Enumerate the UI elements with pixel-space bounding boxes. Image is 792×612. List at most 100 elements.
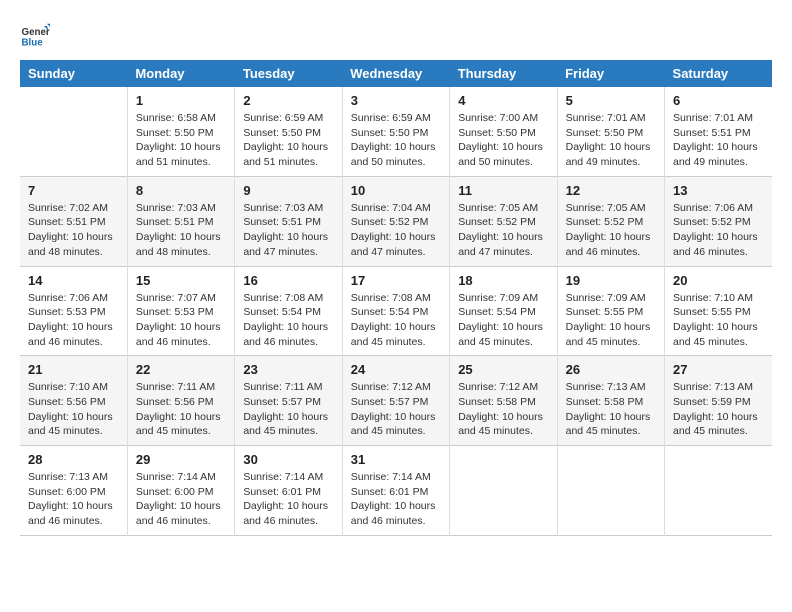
calendar-week-row: 14 Sunrise: 7:06 AMSunset: 5:53 PMDayligh… <box>20 266 772 356</box>
calendar-week-row: 1 Sunrise: 6:58 AMSunset: 5:50 PMDaylight… <box>20 87 772 176</box>
svg-text:Blue: Blue <box>22 38 44 49</box>
day-info: Sunrise: 7:14 AMSunset: 6:00 PMDaylight:… <box>136 470 226 529</box>
calendar-week-row: 7 Sunrise: 7:02 AMSunset: 5:51 PMDaylight… <box>20 176 772 266</box>
day-info: Sunrise: 7:10 AMSunset: 5:55 PMDaylight:… <box>673 291 764 350</box>
day-number: 28 <box>28 452 119 467</box>
calendar-cell: 26 Sunrise: 7:13 AMSunset: 5:58 PMDayligh… <box>557 356 664 446</box>
calendar-cell: 14 Sunrise: 7:06 AMSunset: 5:53 PMDayligh… <box>20 266 127 356</box>
calendar-cell: 28 Sunrise: 7:13 AMSunset: 6:00 PMDayligh… <box>20 446 127 536</box>
day-info: Sunrise: 6:59 AMSunset: 5:50 PMDaylight:… <box>243 111 333 170</box>
calendar-cell: 6Sunrise: 7:01 AMSunset: 5:51 PMDaylight… <box>665 87 772 176</box>
day-number: 4 <box>458 93 548 108</box>
day-info: Sunrise: 7:05 AMSunset: 5:52 PMDaylight:… <box>458 201 548 260</box>
calendar-cell <box>450 446 557 536</box>
calendar-cell: 13 Sunrise: 7:06 AMSunset: 5:52 PMDayligh… <box>665 176 772 266</box>
day-number: 11 <box>458 183 548 198</box>
calendar-cell: 11 Sunrise: 7:05 AMSunset: 5:52 PMDayligh… <box>450 176 557 266</box>
day-number: 24 <box>351 362 441 377</box>
day-info: Sunrise: 7:05 AMSunset: 5:52 PMDaylight:… <box>566 201 656 260</box>
day-number: 16 <box>243 273 333 288</box>
day-info: Sunrise: 7:09 AMSunset: 5:54 PMDaylight:… <box>458 291 548 350</box>
day-info: Sunrise: 7:06 AMSunset: 5:53 PMDaylight:… <box>28 291 119 350</box>
day-info: Sunrise: 7:01 AMSunset: 5:50 PMDaylight:… <box>566 111 656 170</box>
calendar-cell <box>20 87 127 176</box>
calendar-cell: 12 Sunrise: 7:05 AMSunset: 5:52 PMDayligh… <box>557 176 664 266</box>
day-info: Sunrise: 7:06 AMSunset: 5:52 PMDaylight:… <box>673 201 764 260</box>
day-number: 14 <box>28 273 119 288</box>
calendar-cell <box>665 446 772 536</box>
day-number: 12 <box>566 183 656 198</box>
calendar-cell: 18 Sunrise: 7:09 AMSunset: 5:54 PMDayligh… <box>450 266 557 356</box>
day-info: Sunrise: 7:12 AMSunset: 5:57 PMDaylight:… <box>351 380 441 439</box>
day-number: 5 <box>566 93 656 108</box>
day-number: 22 <box>136 362 226 377</box>
day-info: Sunrise: 7:11 AMSunset: 5:56 PMDaylight:… <box>136 380 226 439</box>
day-info: Sunrise: 7:08 AMSunset: 5:54 PMDaylight:… <box>243 291 333 350</box>
day-info: Sunrise: 7:08 AMSunset: 5:54 PMDaylight:… <box>351 291 441 350</box>
svg-text:General: General <box>22 27 51 38</box>
weekday-header-monday: Monday <box>127 60 234 87</box>
calendar-table: SundayMondayTuesdayWednesdayThursdayFrid… <box>20 60 772 536</box>
calendar-cell: 2Sunrise: 6:59 AMSunset: 5:50 PMDaylight… <box>235 87 342 176</box>
day-info: Sunrise: 7:11 AMSunset: 5:57 PMDaylight:… <box>243 380 333 439</box>
day-number: 18 <box>458 273 548 288</box>
day-info: Sunrise: 7:01 AMSunset: 5:51 PMDaylight:… <box>673 111 764 170</box>
day-number: 21 <box>28 362 119 377</box>
day-number: 7 <box>28 183 119 198</box>
day-number: 8 <box>136 183 226 198</box>
calendar-cell: 5 Sunrise: 7:01 AMSunset: 5:50 PMDaylight… <box>557 87 664 176</box>
calendar-cell: 16 Sunrise: 7:08 AMSunset: 5:54 PMDayligh… <box>235 266 342 356</box>
day-number: 9 <box>243 183 333 198</box>
calendar-cell: 19 Sunrise: 7:09 AMSunset: 5:55 PMDayligh… <box>557 266 664 356</box>
day-info: Sunrise: 7:12 AMSunset: 5:58 PMDaylight:… <box>458 380 548 439</box>
calendar-cell: 31Sunrise: 7:14 AMSunset: 6:01 PMDayligh… <box>342 446 449 536</box>
day-number: 10 <box>351 183 441 198</box>
weekday-header-sunday: Sunday <box>20 60 127 87</box>
calendar-cell: 4 Sunrise: 7:00 AMSunset: 5:50 PMDaylight… <box>450 87 557 176</box>
day-number: 31 <box>351 452 441 467</box>
day-number: 3 <box>351 93 441 108</box>
calendar-cell: 3 Sunrise: 6:59 AMSunset: 5:50 PMDaylight… <box>342 87 449 176</box>
day-info: Sunrise: 7:13 AMSunset: 5:58 PMDaylight:… <box>566 380 656 439</box>
day-info: Sunrise: 7:00 AMSunset: 5:50 PMDaylight:… <box>458 111 548 170</box>
weekday-header-thursday: Thursday <box>450 60 557 87</box>
day-info: Sunrise: 6:59 AMSunset: 5:50 PMDaylight:… <box>351 111 441 170</box>
day-number: 13 <box>673 183 764 198</box>
weekday-header-friday: Friday <box>557 60 664 87</box>
day-number: 1 <box>136 93 226 108</box>
calendar-cell: 10 Sunrise: 7:04 AMSunset: 5:52 PMDayligh… <box>342 176 449 266</box>
day-info: Sunrise: 7:13 AMSunset: 5:59 PMDaylight:… <box>673 380 764 439</box>
day-info: Sunrise: 7:02 AMSunset: 5:51 PMDaylight:… <box>28 201 119 260</box>
day-number: 30 <box>243 452 333 467</box>
day-info: Sunrise: 7:13 AMSunset: 6:00 PMDaylight:… <box>28 470 119 529</box>
calendar-cell: 1 Sunrise: 6:58 AMSunset: 5:50 PMDaylight… <box>127 87 234 176</box>
weekday-header-wednesday: Wednesday <box>342 60 449 87</box>
weekday-header-tuesday: Tuesday <box>235 60 342 87</box>
day-number: 17 <box>351 273 441 288</box>
day-number: 27 <box>673 362 764 377</box>
logo: General Blue <box>20 20 50 50</box>
calendar-cell: 21Sunrise: 7:10 AMSunset: 5:56 PMDayligh… <box>20 356 127 446</box>
day-number: 29 <box>136 452 226 467</box>
calendar-cell: 24 Sunrise: 7:12 AMSunset: 5:57 PMDayligh… <box>342 356 449 446</box>
calendar-cell: 22 Sunrise: 7:11 AMSunset: 5:56 PMDayligh… <box>127 356 234 446</box>
logo-icon: General Blue <box>20 20 50 50</box>
day-number: 26 <box>566 362 656 377</box>
day-number: 19 <box>566 273 656 288</box>
calendar-cell: 30Sunrise: 7:14 AMSunset: 6:01 PMDayligh… <box>235 446 342 536</box>
calendar-cell: 27 Sunrise: 7:13 AMSunset: 5:59 PMDayligh… <box>665 356 772 446</box>
day-info: Sunrise: 7:03 AMSunset: 5:51 PMDaylight:… <box>243 201 333 260</box>
calendar-cell: 29 Sunrise: 7:14 AMSunset: 6:00 PMDayligh… <box>127 446 234 536</box>
calendar-cell: 7 Sunrise: 7:02 AMSunset: 5:51 PMDaylight… <box>20 176 127 266</box>
page-header: General Blue <box>20 20 772 50</box>
weekday-header-saturday: Saturday <box>665 60 772 87</box>
calendar-week-row: 21Sunrise: 7:10 AMSunset: 5:56 PMDayligh… <box>20 356 772 446</box>
day-info: Sunrise: 7:04 AMSunset: 5:52 PMDaylight:… <box>351 201 441 260</box>
day-info: Sunrise: 6:58 AMSunset: 5:50 PMDaylight:… <box>136 111 226 170</box>
calendar-cell: 8Sunrise: 7:03 AMSunset: 5:51 PMDaylight… <box>127 176 234 266</box>
day-info: Sunrise: 7:07 AMSunset: 5:53 PMDaylight:… <box>136 291 226 350</box>
weekday-header-row: SundayMondayTuesdayWednesdayThursdayFrid… <box>20 60 772 87</box>
calendar-week-row: 28 Sunrise: 7:13 AMSunset: 6:00 PMDayligh… <box>20 446 772 536</box>
day-info: Sunrise: 7:09 AMSunset: 5:55 PMDaylight:… <box>566 291 656 350</box>
day-number: 23 <box>243 362 333 377</box>
